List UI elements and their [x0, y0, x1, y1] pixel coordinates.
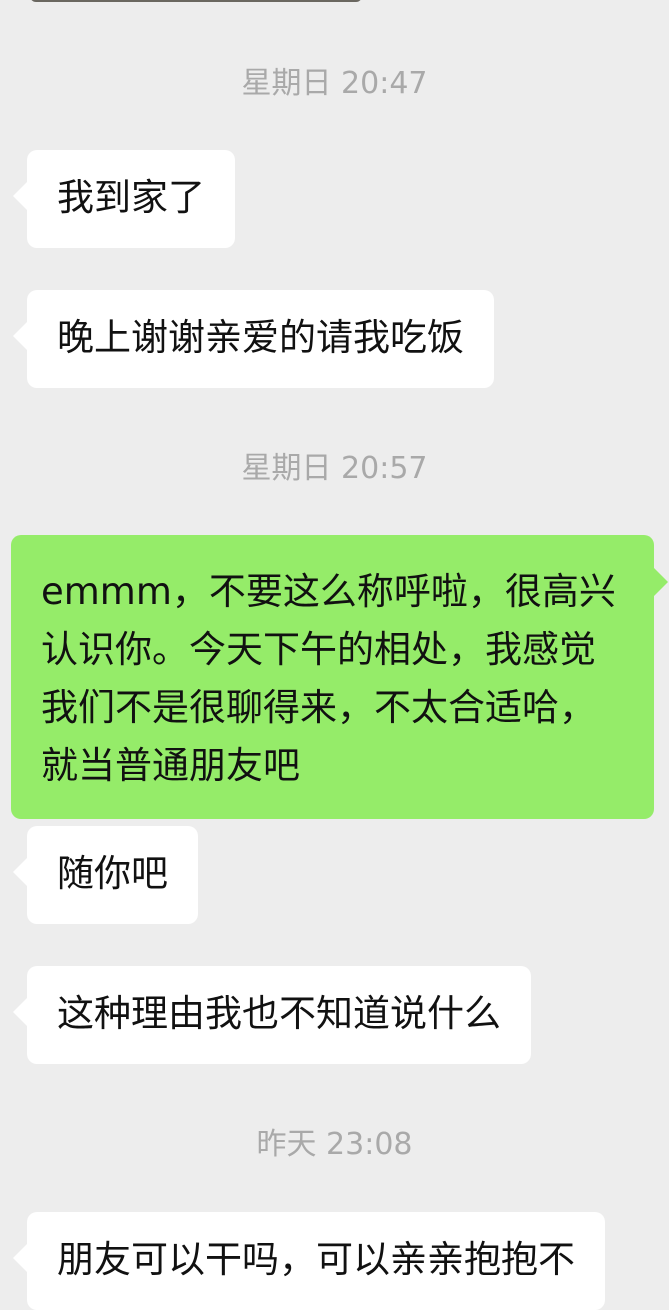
- incoming-message-bubble[interactable]: 我到家了: [13, 150, 235, 248]
- incoming-message-bubble[interactable]: 晚上谢谢亲爱的请我吃饭: [13, 290, 494, 388]
- outgoing-message-bubble[interactable]: emmm，不要这么称呼啦，很高兴认识你。今天下午的相处，我感觉我们不是很聊得来，…: [11, 535, 668, 819]
- timestamp: 星期日 20:57: [241, 451, 428, 486]
- previous-message-fragment: [30, 0, 362, 2]
- incoming-message-bubble[interactable]: 这种理由我也不知道说什么: [13, 966, 531, 1064]
- timestamp: 昨天 23:08: [256, 1127, 413, 1162]
- timestamp: 星期日 20:47: [241, 66, 428, 101]
- incoming-message-bubble[interactable]: 随你吧: [13, 826, 198, 924]
- incoming-message-bubble[interactable]: 朋友可以干吗，可以亲亲抱抱不: [13, 1212, 605, 1310]
